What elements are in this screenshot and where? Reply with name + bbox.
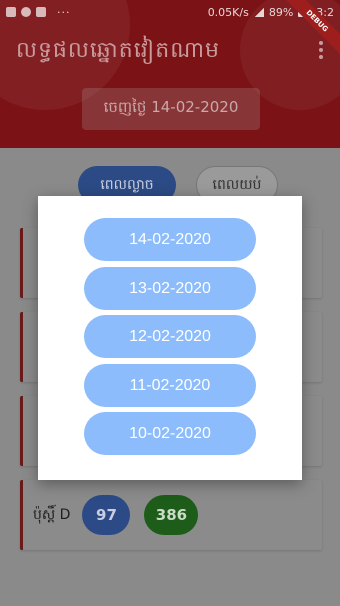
- more-notifications-icon: ···: [57, 5, 71, 19]
- result-number-badge: 97: [82, 495, 131, 535]
- app-header: ··· 0.05K/s 89% 23:2 DEBUG លទ្ធផលឆ្នោតវៀ…: [0, 0, 340, 148]
- date-picker-dialog: 14-02-2020 13-02-2020 12-02-2020 11-02-2…: [38, 196, 302, 480]
- more-vert-icon[interactable]: [316, 40, 326, 60]
- date-option[interactable]: 14-02-2020: [84, 218, 256, 261]
- result-card: ប៉ុស្តិ៍ D 97 386: [20, 480, 322, 550]
- date-option[interactable]: 13-02-2020: [84, 267, 256, 310]
- bottom-edge: [0, 596, 340, 606]
- date-option[interactable]: 12-02-2020: [84, 315, 256, 358]
- app-title: លទ្ធផលឆ្នោតវៀតណាម: [16, 38, 221, 63]
- station-label: ប៉ុស្តិ៍ D: [33, 506, 71, 523]
- network-speed: 0.05K/s: [207, 5, 249, 19]
- youtube-icon: [36, 7, 46, 17]
- facebook-icon: [21, 7, 31, 17]
- gallery-icon: [6, 7, 16, 17]
- date-option[interactable]: 10-02-2020: [84, 412, 256, 455]
- result-number-badge: 386: [144, 495, 199, 535]
- date-option[interactable]: 11-02-2020: [84, 364, 256, 407]
- battery-level: 89%: [268, 5, 294, 19]
- date-selector-button[interactable]: ចេញថ្ងៃ 14-02-2020: [82, 88, 260, 130]
- signal-icon: [253, 7, 264, 17]
